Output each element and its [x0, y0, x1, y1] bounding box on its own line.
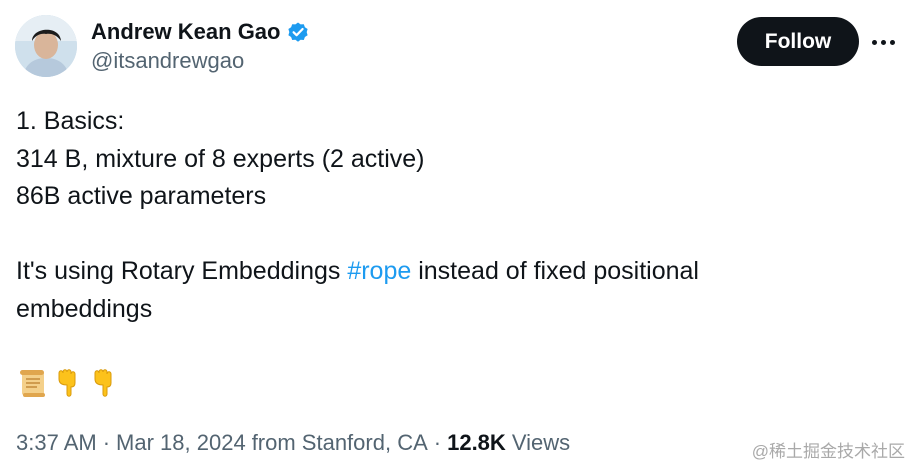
tweet-line: 1. Basics: [16, 107, 125, 135]
rope-text-before: It's using Rotary Embeddings [16, 257, 348, 285]
author-name-row: Andrew Kean Gao [91, 16, 310, 48]
tweet-date[interactable]: Mar 18, 2024 [116, 430, 246, 456]
views-label: Views [511, 430, 571, 455]
avatar-image [15, 15, 77, 77]
follow-button[interactable]: Follow [737, 17, 859, 66]
tweet-card: Andrew Kean Gao @itsandrewgao Follow 1. … [0, 0, 915, 469]
tweet-line: 86B active parameters [16, 182, 267, 210]
scroll-emoji-icon [20, 370, 45, 397]
author-handle[interactable]: @itsandrewgao [91, 48, 244, 74]
tweet-time[interactable]: 3:37 AM [16, 430, 97, 456]
verified-badge-icon [288, 22, 309, 42]
more-dot [871, 39, 877, 45]
more-dot [889, 39, 895, 45]
tweet-line: embeddings [16, 294, 153, 323]
more-dot [880, 39, 886, 45]
tweet-location: from Stanford, CA [251, 430, 428, 455]
separator: · [102, 430, 111, 455]
emoji-row [17, 364, 121, 402]
hashtag-link[interactable]: #rope [347, 257, 411, 285]
avatar[interactable] [15, 15, 77, 77]
views-count: 12.8K [447, 430, 506, 455]
separator: · [433, 430, 442, 455]
tweet-meta: 3:37 AM · Mar 18, 2024 from Stanford, CA… [16, 427, 570, 459]
author-name[interactable]: Andrew Kean Gao [91, 19, 280, 45]
pointing-down-icon [94, 369, 112, 397]
watermark: @稀土掘金技术社区 [751, 442, 905, 461]
rope-text-after: instead of fixed positional [411, 257, 699, 285]
tweet-line: 314 B, mixture of 8 experts (2 active) [16, 144, 425, 173]
pointing-down-icon [58, 369, 76, 397]
tweet-line-rope: It's using Rotary Embeddings #rope inste… [16, 253, 896, 291]
tweet-text: 1. Basics: 314 B, mixture of 8 experts (… [16, 103, 896, 328]
more-options-icon[interactable] [868, 28, 898, 56]
